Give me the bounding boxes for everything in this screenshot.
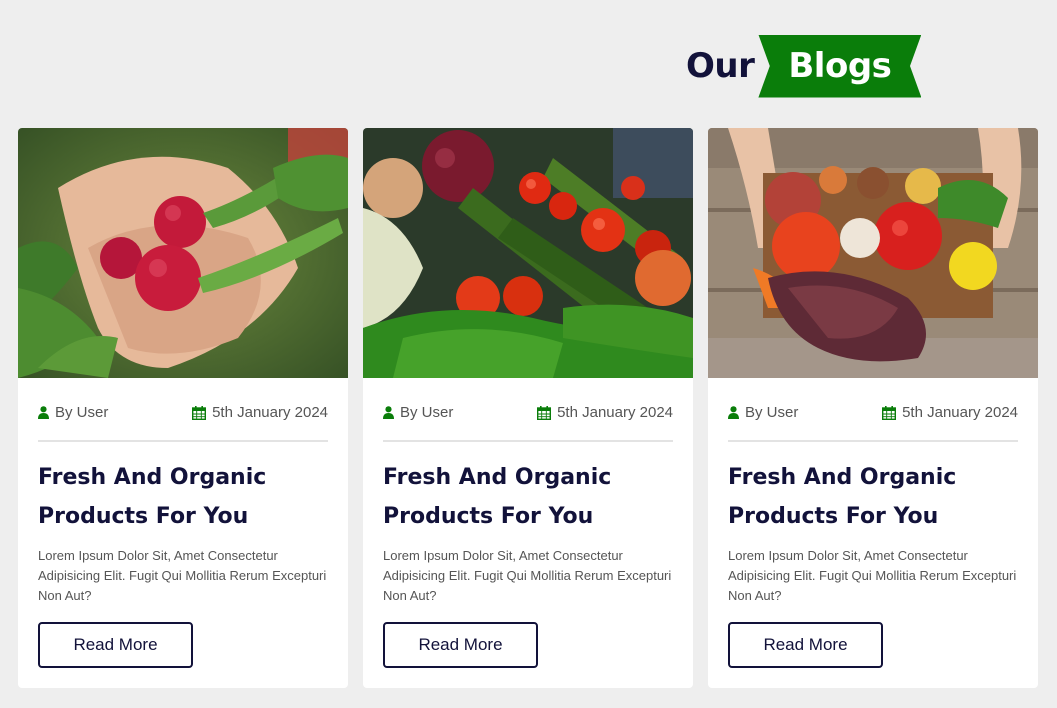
date-label: 5th January 2024 [557,404,673,421]
blog-card: By User 5th January 2024 Fresh And Organ… [363,128,693,688]
heading-blogs: Blogs [788,46,892,86]
date-label: 5th January 2024 [902,404,1018,421]
date-label: 5th January 2024 [212,404,328,421]
heading-our: Our [686,46,755,86]
date-item: 5th January 2024 [882,404,1018,421]
calendar-icon [537,405,552,420]
blog-card: By User 5th January 2024 Fresh And Organ… [18,128,348,688]
date-item: 5th January 2024 [537,404,673,421]
vegetable-crate-photo [708,128,1038,378]
divider [38,440,328,442]
post-description: Lorem Ipsum Dolor Sit, Amet Consectetur … [728,548,1017,603]
author-label: By User [400,404,454,421]
blog-card-list: By User 5th January 2024 Fresh And Organ… [18,128,1038,688]
post-meta: By User 5th January 2024 [383,404,673,421]
post-title[interactable]: Fresh And Organic Products For You [383,458,673,536]
post-title[interactable]: Fresh And Organic Products For You [728,458,1018,536]
author-item: By User [383,404,453,421]
user-icon [383,406,394,419]
user-icon [38,406,49,419]
read-more-button[interactable]: Read More [728,622,883,668]
divider [728,440,1018,442]
vegetables-photo [363,128,693,378]
blog-card: By User 5th January 2024 Fresh And Organ… [708,128,1038,688]
radishes-photo [18,128,348,378]
divider [383,440,673,442]
user-icon [728,406,739,419]
calendar-icon [192,405,207,420]
post-meta: By User 5th January 2024 [38,404,328,421]
author-item: By User [38,404,108,421]
date-item: 5th January 2024 [192,404,328,421]
calendar-icon [882,405,897,420]
post-description: Lorem Ipsum Dolor Sit, Amet Consectetur … [383,548,672,603]
read-more-button[interactable]: Read More [383,622,538,668]
read-more-button[interactable]: Read More [38,622,193,668]
heading-ribbon: Blogs [758,34,922,98]
post-title[interactable]: Fresh And Organic Products For You [38,458,328,536]
author-label: By User [55,404,109,421]
post-description: Lorem Ipsum Dolor Sit, Amet Consectetur … [38,548,327,603]
author-label: By User [745,404,799,421]
author-item: By User [728,404,798,421]
section-heading: Our Blogs [686,34,922,98]
post-meta: By User 5th January 2024 [728,404,1018,421]
